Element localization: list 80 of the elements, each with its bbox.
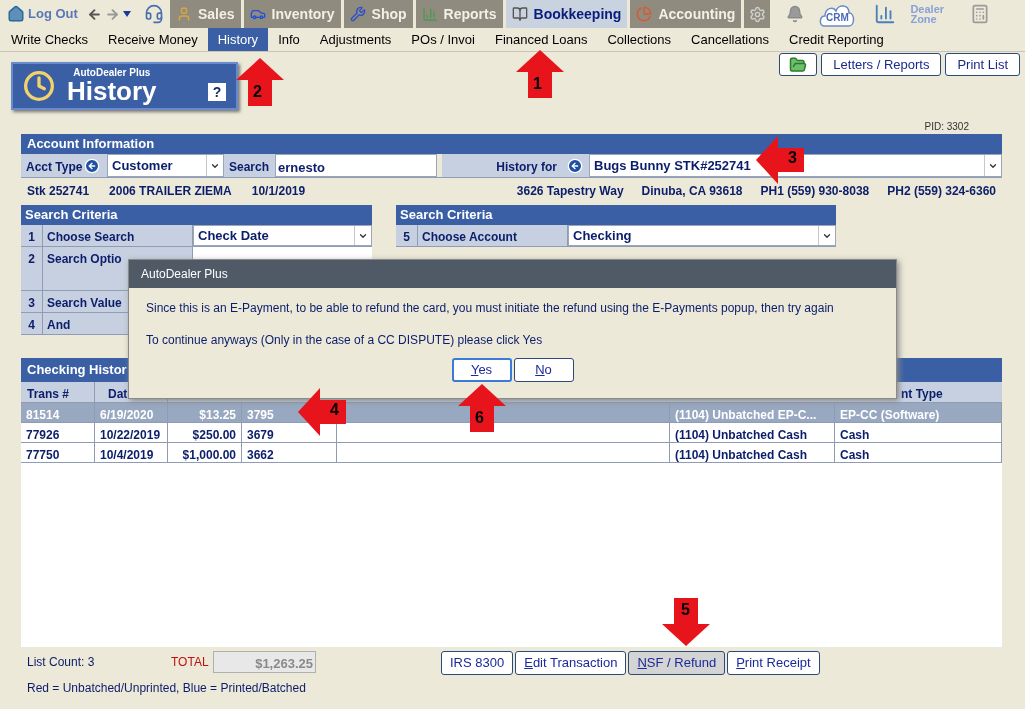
callout-number: 1 bbox=[533, 76, 542, 92]
total-field: $1,263.25 bbox=[213, 651, 316, 673]
table-row[interactable]: 77926 10/22/2019 $250.00 3679 (1104) Unbatched Cash Cash bbox=[21, 423, 1002, 443]
account-type-dropdown[interactable]: Customer bbox=[107, 154, 224, 177]
table-cell: EP-CC (Software) bbox=[840, 408, 940, 422]
action-button[interactable]: NSF / Refund bbox=[628, 651, 726, 675]
list-count: List Count: 3 bbox=[27, 654, 96, 671]
callout-number: 4 bbox=[330, 402, 339, 418]
menu-item[interactable]: Financed Loans bbox=[484, 28, 598, 51]
table-cell: 77926 bbox=[26, 428, 60, 442]
account-detail: 2006 TRAILER ZIEMA bbox=[109, 183, 232, 200]
table-cell: 3795 bbox=[247, 408, 274, 422]
legend-text: Red = Unbatched/Unprinted, Blue = Printed/Batched bbox=[27, 680, 307, 697]
account-detail: 10/1/2019 bbox=[251, 183, 306, 200]
table-cell: (1104) Unbatched Cash bbox=[675, 428, 808, 442]
menu-item[interactable]: Write Checks bbox=[1, 28, 99, 51]
panel-header: Search Criteria bbox=[21, 205, 372, 225]
table-cell: Cash bbox=[840, 448, 870, 462]
callout-number: 6 bbox=[475, 410, 484, 426]
table-cell: $13.25 bbox=[199, 408, 236, 422]
criteria-dropdown[interactable]: Check Date bbox=[193, 225, 372, 246]
account-detail: Dinuba, CA 93618 bbox=[641, 183, 743, 200]
callout-number: 5 bbox=[681, 602, 690, 618]
criteria-label: Choose Search bbox=[43, 225, 193, 246]
toolbar-button[interactable]: Print List bbox=[945, 53, 1020, 76]
table-cell: 10/22/2019 bbox=[100, 428, 161, 442]
menu-item[interactable]: Credit Reporting bbox=[779, 28, 894, 51]
row-number: 4 bbox=[21, 313, 43, 334]
toolbar-button[interactable]: Letters / Reports bbox=[821, 53, 942, 76]
callout-number: 2 bbox=[253, 84, 262, 100]
account-detail: PH2 (559) 324-6360 bbox=[887, 183, 996, 200]
menu-item[interactable]: Adjustments bbox=[309, 28, 402, 51]
table-cell: 3679 bbox=[247, 428, 274, 442]
table-cell: 3662 bbox=[247, 448, 274, 462]
logout-link[interactable]: Log Out bbox=[28, 4, 78, 24]
search-field[interactable]: ernesto bbox=[275, 154, 437, 177]
pid-label: PID: 3302 bbox=[924, 120, 969, 134]
dialog-button[interactable]: No bbox=[513, 358, 574, 382]
table-cell: 6/19/2020 bbox=[100, 408, 154, 422]
menu-item[interactable]: Collections bbox=[597, 28, 682, 51]
dialog-message: To continue anyways (Only in the case of a CC DISPUTE) please click Yes bbox=[146, 332, 544, 349]
total-label: TOTAL bbox=[171, 654, 210, 671]
criteria-dropdown[interactable]: Checking bbox=[568, 225, 836, 246]
dialog-button[interactable]: Yes bbox=[451, 358, 512, 382]
field-label: History for bbox=[442, 154, 567, 177]
table-cell: $1,000.00 bbox=[182, 448, 236, 462]
action-button[interactable]: Edit Transaction bbox=[515, 651, 627, 675]
field-label: Acct Type bbox=[21, 154, 84, 177]
account-detail: PH1 (559) 930-8038 bbox=[760, 183, 870, 200]
table-cell: $250.00 bbox=[192, 428, 236, 442]
help-button[interactable]: ? bbox=[208, 83, 226, 101]
table-cell: (1104) Unbatched Cash bbox=[675, 448, 808, 462]
row-number: 1 bbox=[21, 225, 43, 246]
table-cell: (1104) Unbatched EP-C... bbox=[675, 408, 817, 422]
field-label: Search bbox=[224, 154, 275, 177]
menu-item[interactable]: Receive Money bbox=[98, 28, 208, 51]
row-number: 2 bbox=[21, 247, 43, 290]
row-number: 3 bbox=[21, 291, 43, 312]
menu-item[interactable]: History bbox=[207, 28, 269, 51]
action-button[interactable]: Print Receipt bbox=[727, 651, 820, 675]
column-header: Trans # bbox=[21, 382, 95, 402]
menu-item[interactable]: POs / Invoi bbox=[401, 28, 485, 51]
menu-item[interactable]: Cancellations bbox=[681, 28, 780, 51]
account-detail: Stk 252741 bbox=[27, 183, 90, 200]
table-cell: 81514 bbox=[26, 408, 60, 422]
page-title: History bbox=[67, 78, 157, 104]
row-number: 5 bbox=[396, 225, 418, 246]
table-cell: 10/4/2019 bbox=[100, 448, 154, 462]
account-detail: 3626 Tapestry Way bbox=[516, 183, 624, 200]
panel-header: Search Criteria bbox=[396, 205, 836, 225]
column-header: nt Type bbox=[900, 386, 944, 402]
action-button[interactable]: IRS 8300 bbox=[441, 651, 514, 675]
table-cell: 77750 bbox=[26, 448, 60, 462]
menu-item[interactable]: Info bbox=[268, 28, 310, 51]
table-cell: Cash bbox=[840, 428, 870, 442]
criteria-label: Choose Account bbox=[418, 225, 568, 246]
table-row[interactable]: 77750 10/4/2019 $1,000.00 3662 (1104) Unbatched Cash Cash bbox=[21, 443, 1002, 463]
module-tab[interactable]: Bookkeeping bbox=[505, 0, 628, 28]
dialog-title: AutoDealer Plus bbox=[129, 260, 896, 288]
brand-label: AutoDealer Plus bbox=[73, 68, 151, 78]
